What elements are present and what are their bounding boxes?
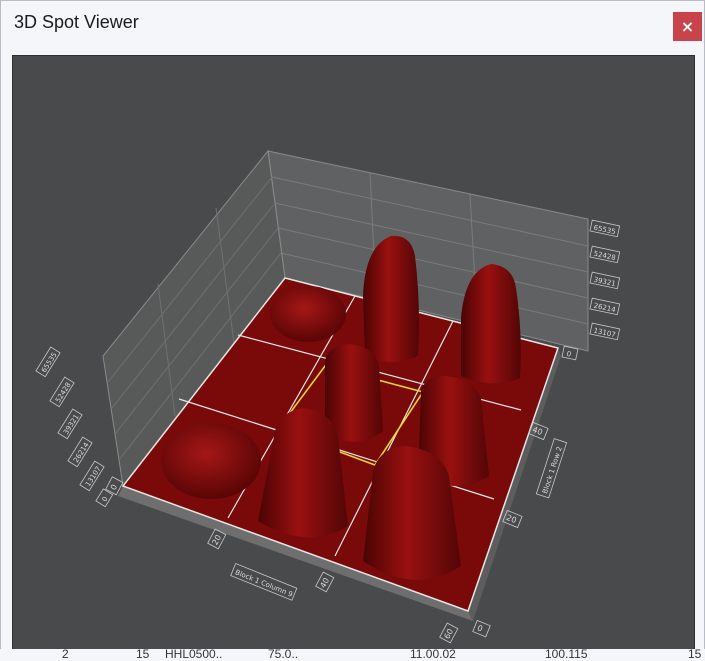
close-button[interactable]: × <box>673 12 702 41</box>
window-title: 3D Spot Viewer <box>14 12 139 32</box>
bg-cell-5: 11.00.02 <box>410 649 456 661</box>
z-axis-ticks-left: 65535 52428 39321 26214 13107 0 <box>35 346 114 508</box>
3d-plot-viewport[interactable]: 65535 52428 39321 26214 13107 0 65535 52… <box>12 55 695 652</box>
z-tick-right-6: 0 <box>566 350 572 359</box>
background-table-row: 2 15 HHL0500.. 75.0.. 11.00.02 100.115 1… <box>0 649 705 661</box>
3d-surface-plot[interactable]: 65535 52428 39321 26214 13107 0 65535 52… <box>13 56 694 651</box>
bg-cell-1: 2 <box>62 649 69 661</box>
bg-cell-2: 15 <box>136 649 150 661</box>
spot-dome-back <box>270 286 346 342</box>
spot-viewer-window: 3D Spot Viewer × 65535 52428 39321 26214… <box>0 0 705 661</box>
bg-cell-7: 15 <box>688 649 702 661</box>
title-bar: 3D Spot Viewer × <box>1 1 704 45</box>
bg-cell-3: HHL0500.. <box>165 649 223 661</box>
bg-cell-4: 75.0.. <box>268 649 299 661</box>
bg-cell-6: 100.115 <box>545 649 588 661</box>
spot-dome-left <box>161 423 261 499</box>
y-tick-0: 0 <box>476 623 484 633</box>
x-tick-0: 0 <box>109 483 119 492</box>
